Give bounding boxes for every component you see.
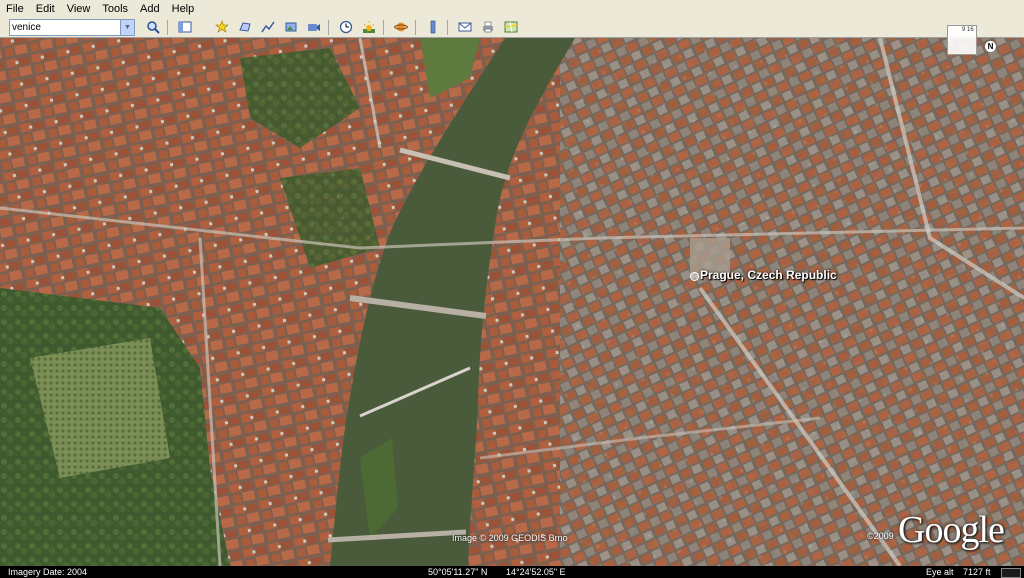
toolbar-separator	[328, 19, 329, 35]
status-bar: Imagery Date: 2004 50°05'11.27" N 14°24'…	[0, 566, 1024, 578]
google-logo: Google	[898, 509, 1005, 551]
placemark-icon[interactable]	[690, 272, 699, 281]
toolbar-separator	[167, 19, 168, 35]
menu-bar: File Edit View Tools Add Help	[0, 0, 1024, 17]
toolbar-separator	[447, 19, 448, 35]
north-indicator[interactable]: N	[985, 41, 996, 52]
latitude: 50°05'11.27" N	[428, 567, 488, 577]
menu-add[interactable]: Add	[134, 3, 166, 15]
toolbar: ▼	[0, 17, 1024, 38]
image-overlay-icon	[285, 22, 297, 32]
search-combo: ▼	[9, 18, 135, 36]
longitude: 14°24'52.05" E	[506, 567, 566, 577]
placemark-icon	[215, 20, 229, 33]
record-tour-icon	[308, 24, 320, 31]
search-icon	[147, 21, 160, 34]
ruler-button[interactable]	[423, 18, 443, 36]
satellite-imagery	[0, 38, 1024, 566]
email-icon	[458, 22, 472, 32]
sidebar-toggle-button[interactable]	[175, 18, 195, 36]
add-path-button[interactable]	[258, 18, 278, 36]
view-in-google-maps-button[interactable]	[501, 18, 521, 36]
ruler-icon	[430, 20, 436, 34]
menu-help[interactable]: Help	[166, 3, 201, 15]
toolbar-separator	[383, 19, 384, 35]
historical-imagery-button[interactable]	[336, 18, 356, 36]
eye-alt-value: 7127 ft	[963, 567, 991, 577]
copyright-text: ©2009	[867, 531, 894, 541]
compass-value: 9 16	[962, 27, 974, 33]
menu-edit[interactable]: Edit	[30, 3, 61, 15]
eye-alt-label: Eye alt	[926, 567, 954, 577]
toolbar-separator	[415, 19, 416, 35]
search-button[interactable]	[143, 18, 163, 36]
menu-tools[interactable]: Tools	[96, 3, 134, 15]
record-tour-button[interactable]	[304, 18, 324, 36]
sunlight-button[interactable]	[359, 18, 379, 36]
print-button[interactable]	[478, 18, 498, 36]
polygon-icon	[239, 22, 251, 32]
image-credit: Image © 2009 GEODIS Brno	[452, 533, 568, 543]
sunlight-icon	[363, 21, 375, 33]
menu-view[interactable]: View	[61, 3, 97, 15]
planet-icon	[394, 22, 408, 32]
search-input[interactable]	[10, 20, 120, 34]
chevron-down-icon: ▼	[124, 23, 131, 31]
streaming-indicator	[1001, 568, 1021, 578]
add-image-overlay-button[interactable]	[281, 18, 301, 36]
print-icon	[483, 21, 493, 33]
add-polygon-button[interactable]	[235, 18, 255, 36]
menu-file[interactable]: File	[0, 3, 30, 15]
place-label[interactable]: Prague, Czech Republic	[700, 268, 837, 282]
historical-imagery-icon	[339, 20, 353, 34]
email-button[interactable]	[455, 18, 475, 36]
imagery-date: Imagery Date: 2004	[8, 567, 88, 577]
google-maps-icon	[504, 21, 518, 33]
add-placemark-button[interactable]	[212, 18, 232, 36]
search-dropdown-button[interactable]: ▼	[120, 19, 134, 35]
map-viewport[interactable]: Prague, Czech Republic Image © 2009 GEOD…	[0, 38, 1024, 566]
switch-planet-button[interactable]	[391, 18, 411, 36]
sidebar-toggle-icon	[178, 21, 192, 33]
path-icon	[261, 21, 275, 33]
